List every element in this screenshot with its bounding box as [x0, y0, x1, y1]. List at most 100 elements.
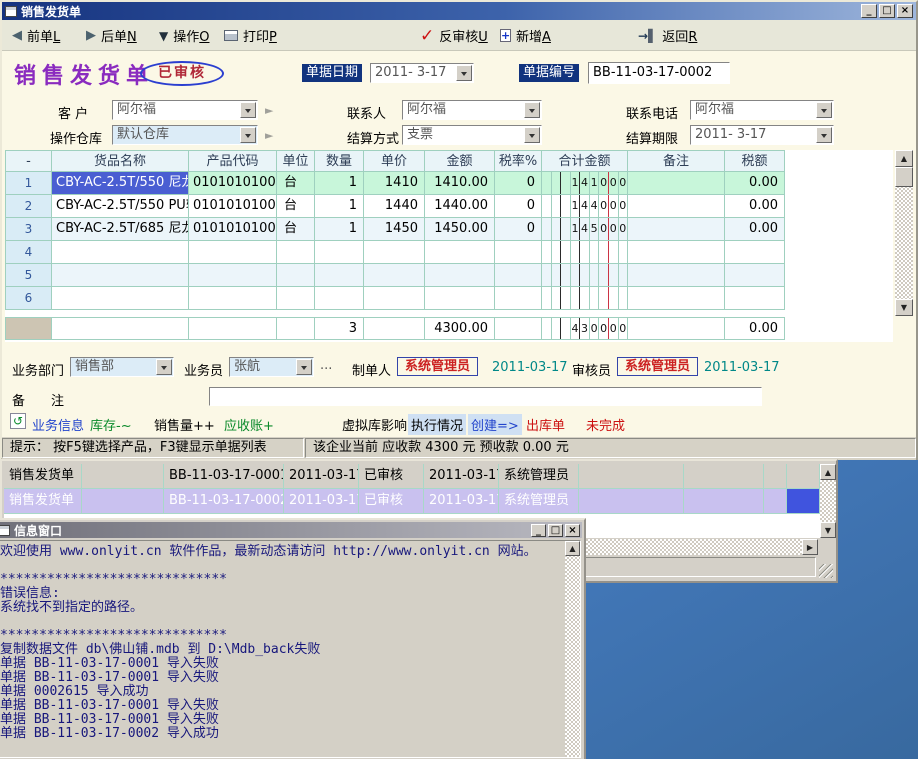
maximize-button[interactable]: □ — [548, 524, 563, 537]
maximize-button[interactable]: □ — [879, 4, 895, 18]
info-titlebar[interactable]: 信息窗口 _ □ × — [0, 522, 582, 538]
table-row[interactable]: 6 — [5, 287, 785, 310]
chevron-down-icon — [821, 134, 827, 141]
unaudit-button[interactable]: ✓反审核U — [420, 26, 488, 45]
total-tax: 0.00 — [725, 318, 785, 339]
contact-select[interactable]: 阿尔福 — [402, 100, 542, 120]
ellipsis-text: ... — [320, 358, 332, 373]
doc-date-select[interactable]: 2011- 3-17 — [370, 63, 474, 83]
total-amount-digit-grid[interactable]: 145000 — [542, 218, 628, 240]
scroll-down-button[interactable]: ▼ — [820, 522, 836, 538]
chevron-down-icon — [245, 109, 251, 116]
close-button[interactable]: × — [565, 524, 580, 537]
status-balance: 该企业当前 应收款 4300 元 预收款 0.00 元 — [305, 438, 916, 458]
create-link[interactable]: 创建=> — [468, 414, 522, 435]
add-new-button[interactable]: +新增A — [500, 26, 551, 45]
window-title: 销售发货单 — [21, 3, 81, 20]
scroll-up-button[interactable]: ▲ — [820, 464, 836, 480]
red-check-icon: ✓ — [420, 29, 434, 43]
table-row[interactable]: 2 CBY-AC-2.5T/550 PU轮 01010101002 台 1 14… — [5, 195, 785, 218]
incomplete-status: 未完成 — [586, 415, 625, 434]
scroll-right-button[interactable]: ▶ — [802, 539, 818, 555]
remark-label: 备 注 — [12, 390, 64, 409]
list-row-selected[interactable]: 销售发货单 BB-11-03-17-0002 2011-03-17 已审核 20… — [4, 489, 820, 514]
next-doc-button[interactable]: ▶后单N — [86, 26, 137, 45]
info-line — [0, 559, 578, 573]
hand-left-icon: ◀ — [12, 28, 22, 43]
warehouse-select[interactable]: 默认仓库 — [112, 125, 258, 145]
list-vscrollbar[interactable]: ▲ ▼ — [820, 464, 836, 538]
col-header: 单价 — [364, 151, 425, 171]
table-total-row: 3 4300.00 430000 0.00 — [5, 317, 785, 340]
dept-select[interactable]: 销售部 — [70, 357, 174, 377]
outbound-doc-link[interactable]: 出库单 — [526, 415, 565, 434]
scroll-thumb[interactable] — [895, 167, 913, 187]
operate-button[interactable]: ▼操作O — [159, 26, 209, 45]
info-line: 单据 BB-11-03-17-0001 导入失败 — [0, 713, 578, 727]
status-tip: 提示： 按F5键选择产品，F3键显示单据列表 — [2, 438, 304, 458]
main-titlebar[interactable]: 销售发货单 _ □ × — [2, 2, 916, 20]
info-line: 单据 BB-11-03-17-0001 导入失败 — [0, 657, 578, 671]
due-label: 结算期限 — [626, 128, 678, 147]
table-row[interactable]: 1 CBY-AC-2.5T/550 尼龙轮 01010101001 台 1 14… — [5, 172, 785, 195]
return-button[interactable]: →▌返回R — [638, 26, 697, 45]
minimize-button[interactable]: _ — [531, 524, 546, 537]
printer-icon — [224, 30, 238, 41]
phone-select[interactable]: 阿尔福 — [690, 100, 834, 120]
info-line: 错误信息: — [0, 587, 578, 601]
auditor-label: 审核员 — [572, 360, 611, 379]
create-date: 2011-03-17 — [492, 360, 568, 375]
new-page-icon: + — [500, 29, 511, 42]
scroll-up-button[interactable]: ▲ — [895, 150, 913, 167]
resize-grip[interactable] — [819, 564, 833, 578]
total-amount-digit-grid[interactable]: 141000 — [542, 172, 628, 194]
prev-doc-button[interactable]: ◀前单L — [12, 26, 60, 45]
close-button[interactable]: × — [897, 4, 913, 18]
virtual-stock-label: 虚拟库影响 — [342, 415, 407, 434]
creator-label: 制单人 — [352, 360, 391, 379]
info-line — [0, 615, 578, 629]
info-vscrollbar[interactable]: ▲ — [565, 541, 580, 757]
biz-info-label: 业务信息 — [32, 415, 84, 434]
dropdown-button[interactable] — [456, 65, 472, 81]
minimize-button[interactable]: _ — [861, 4, 877, 18]
selection-anchor-cell[interactable] — [787, 489, 820, 514]
chevron-down-icon — [529, 134, 535, 141]
info-line: 单据 BB-11-03-17-0001 导入失败 — [0, 671, 578, 685]
sales-effect: 销售量++ — [154, 415, 215, 434]
total-qty: 3 — [315, 318, 364, 339]
total-amount: 4300.00 — [425, 318, 495, 339]
salesman-select[interactable]: 张航 — [229, 357, 314, 377]
info-line: 复制数据文件 db\佛山铺.mdb 到 D:\Mdb_back失败 — [0, 643, 578, 657]
table-vscrollbar[interactable]: ▲ ▼ — [895, 150, 913, 316]
exec-status-link[interactable]: 执行情况 — [408, 414, 466, 435]
list-row[interactable]: 销售发货单 BB-11-03-17-0001 2011-03-17 已审核 20… — [4, 464, 820, 489]
info-line: ***************************** — [0, 573, 578, 587]
doc-date-label: 单据日期 — [302, 64, 362, 82]
customer-label: 客 户 — [58, 103, 88, 122]
scroll-down-button[interactable]: ▼ — [895, 299, 913, 316]
desktop: 销售发货单 _ □ × ◀前单L ▶后单N ▼操作O 打印P ✓反审核U +新增… — [0, 0, 918, 759]
table-row[interactable]: 5 — [5, 264, 785, 287]
remark-input[interactable] — [209, 387, 762, 406]
col-header: 单位 — [277, 151, 315, 171]
customer-select[interactable]: 阿尔福 — [112, 100, 258, 120]
doc-no-input[interactable]: BB-11-03-17-0002 — [588, 62, 730, 84]
scroll-up-button[interactable]: ▲ — [565, 541, 580, 556]
total-amount-digit-grid[interactable]: 144000 — [542, 195, 628, 217]
info-line: 单据 BB-11-03-17-0001 导入失败 — [0, 699, 578, 713]
print-button[interactable]: 打印P — [224, 26, 277, 45]
warehouse-label: 操作仓库 — [50, 128, 102, 147]
selected-cell[interactable]: CBY-AC-2.5T/550 尼龙轮 — [52, 172, 189, 194]
chevron-down-icon — [301, 366, 307, 373]
col-header: 税率% — [495, 151, 542, 171]
col-header: 数量 — [315, 151, 364, 171]
hand-pointer-icon[interactable]: ► — [265, 129, 273, 142]
hand-pointer-icon[interactable]: ► — [265, 104, 273, 117]
table-row[interactable]: 3 CBY-AC-2.5T/685 尼龙轮 01010101003 台 1 14… — [5, 218, 785, 241]
payment-select[interactable]: 支票 — [402, 125, 542, 145]
table-row[interactable]: 4 — [5, 241, 785, 264]
info-line: ***************************** — [0, 629, 578, 643]
due-select[interactable]: 2011- 3-17 — [690, 125, 834, 145]
sales-delivery-window: 销售发货单 _ □ × ◀前单L ▶后单N ▼操作O 打印P ✓反审核U +新增… — [0, 0, 918, 460]
